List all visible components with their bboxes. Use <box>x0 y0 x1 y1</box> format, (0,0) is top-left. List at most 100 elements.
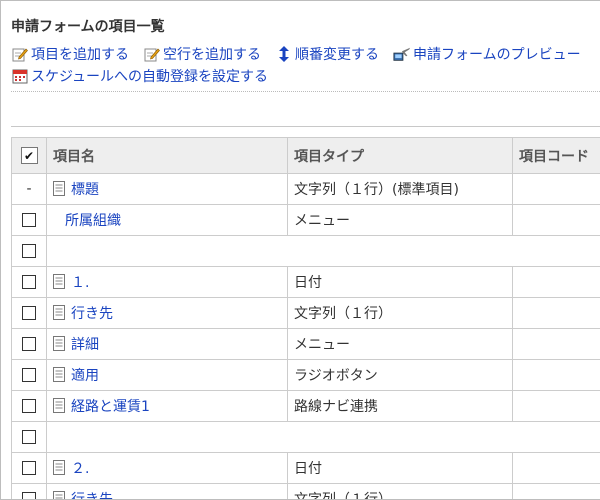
item-name-cell: 所属組織 <box>46 204 288 236</box>
action-bar: 項目を追加する 空行を追加する 順番変更する 申請フォームのプレビュー スケジュ… <box>11 43 600 87</box>
row-check-cell: - <box>11 173 47 205</box>
item-name-cell: ２. <box>46 452 288 484</box>
item-type-cell: メニュー <box>287 328 513 360</box>
item-code-cell <box>512 204 600 236</box>
row-checkbox[interactable] <box>22 337 36 351</box>
table-row: 経路と運賃1 路線ナビ連携 <box>11 390 600 422</box>
item-type-cell: 路線ナビ連携 <box>287 390 513 422</box>
row-check-cell <box>11 421 47 453</box>
row-check-cell <box>11 328 47 360</box>
item-code-cell <box>512 359 600 391</box>
reorder-link[interactable]: 順番変更する <box>275 44 379 64</box>
main-frame: 申請フォームの項目一覧 項目を追加する 空行を追加する 順番変更する 申請フォー… <box>0 0 600 500</box>
preview-label: 申請フォームのプレビュー <box>413 47 581 63</box>
document-icon <box>53 366 67 383</box>
item-type-cell: 文字列（１行）(標準項目) <box>287 173 513 205</box>
row-checkbox[interactable] <box>22 213 36 227</box>
row-check-cell <box>11 297 47 329</box>
item-name-link[interactable]: 行き先 <box>71 303 113 323</box>
item-name-link[interactable]: 標題 <box>71 179 99 199</box>
row-checkbox[interactable] <box>22 399 36 413</box>
dotted-divider <box>11 91 600 92</box>
item-name-cell: 標題 <box>46 173 288 205</box>
item-name-cell: 詳細 <box>46 328 288 360</box>
select-all-cell: ✔ <box>11 137 47 174</box>
row-check-cell <box>11 359 47 391</box>
item-type-cell: メニュー <box>287 204 513 236</box>
add-blank-label: 空行を追加する <box>163 47 261 63</box>
items-table: ✔ 項目名 項目タイプ 項目コード - 標題 文字列（１行）(標準項目) 所属組織 メニ… <box>11 137 600 500</box>
row-check-cell <box>11 266 47 298</box>
table-row: - 標題 文字列（１行）(標準項目) <box>11 173 600 205</box>
row-checkbox[interactable] <box>22 368 36 382</box>
up-down-arrow-icon <box>275 45 293 63</box>
row-check-cell <box>11 204 47 236</box>
item-name-cell: 経路と運賃1 <box>46 390 288 422</box>
pencil-note-icon <box>143 45 161 63</box>
item-type-cell: 日付 <box>287 452 513 484</box>
blank-row-cell <box>46 235 600 267</box>
row-checkbox[interactable] <box>22 244 36 258</box>
table-top-divider <box>11 126 600 127</box>
row-check-cell <box>11 483 47 499</box>
item-name-link[interactable]: 詳細 <box>71 334 99 354</box>
item-code-cell <box>512 173 600 205</box>
schedule-label: スケジュールへの自動登録を設定する <box>31 69 269 85</box>
select-all-checkbox[interactable]: ✔ <box>20 147 38 164</box>
blank-row-cell <box>46 421 600 453</box>
fixed-row-marker: - <box>26 181 32 197</box>
document-icon <box>53 459 67 476</box>
page-title: 申請フォームの項目一覧 <box>11 19 165 35</box>
add-item-label: 項目を追加する <box>31 47 129 63</box>
row-checkbox[interactable] <box>22 306 36 320</box>
row-check-cell <box>11 235 47 267</box>
row-checkbox[interactable] <box>22 461 36 475</box>
column-header-type: 項目タイプ <box>287 137 513 174</box>
item-name-link[interactable]: １. <box>71 272 89 292</box>
add-blank-link[interactable]: 空行を追加する <box>143 44 261 64</box>
document-icon <box>53 304 67 321</box>
row-checkbox[interactable] <box>22 492 36 499</box>
item-name-link[interactable]: 適用 <box>71 365 99 385</box>
table-row: 所属組織 メニュー <box>11 204 600 236</box>
item-name-cell: 行き先 <box>46 483 288 500</box>
row-checkbox[interactable] <box>22 275 36 289</box>
calendar-icon <box>11 67 29 85</box>
item-type-cell: 文字列（１行） <box>287 483 513 499</box>
schedule-link[interactable]: スケジュールへの自動登録を設定する <box>11 66 268 86</box>
document-icon <box>53 490 67 499</box>
preview-link[interactable]: 申請フォームのプレビュー <box>393 44 581 64</box>
table-row: ２. 日付 <box>11 452 600 484</box>
row-check-cell <box>11 390 47 422</box>
document-icon <box>53 180 67 197</box>
item-name-link[interactable]: ２. <box>71 458 89 478</box>
column-header-code: 項目コード <box>512 137 600 174</box>
document-icon <box>53 273 67 290</box>
table-row: １. 日付 <box>11 266 600 298</box>
item-code-cell <box>512 328 600 360</box>
item-name-cell: 行き先 <box>46 297 288 329</box>
table-row: 行き先 文字列（１行） <box>11 483 600 500</box>
add-item-link[interactable]: 項目を追加する <box>11 44 129 64</box>
item-name-cell: １. <box>46 266 288 298</box>
item-code-cell <box>512 390 600 422</box>
item-name-link[interactable]: 所属組織 <box>65 210 121 230</box>
table-row: 適用 ラジオボタン <box>11 359 600 391</box>
item-code-cell <box>512 452 600 484</box>
row-checkbox[interactable] <box>22 430 36 444</box>
preview-airplane-icon <box>393 45 411 63</box>
document-icon <box>53 397 67 414</box>
item-code-cell <box>512 483 600 499</box>
item-type-cell: ラジオボタン <box>287 359 513 391</box>
pencil-note-icon <box>11 45 29 63</box>
item-code-cell <box>512 297 600 329</box>
item-name-link[interactable]: 経路と運賃1 <box>71 396 150 416</box>
table-body: - 標題 文字列（１行）(標準項目) 所属組織 メニュー １. 日付 行き先 文字列（１行） 詳細… <box>11 173 600 500</box>
blank-row <box>11 235 600 267</box>
reorder-label: 順番変更する <box>295 47 379 63</box>
table-header-row: ✔ 項目名 項目タイプ 項目コード <box>11 137 600 174</box>
document-icon <box>53 335 67 352</box>
item-name-cell: 適用 <box>46 359 288 391</box>
item-name-link[interactable]: 行き先 <box>71 489 113 500</box>
column-header-name: 項目名 <box>46 137 288 174</box>
